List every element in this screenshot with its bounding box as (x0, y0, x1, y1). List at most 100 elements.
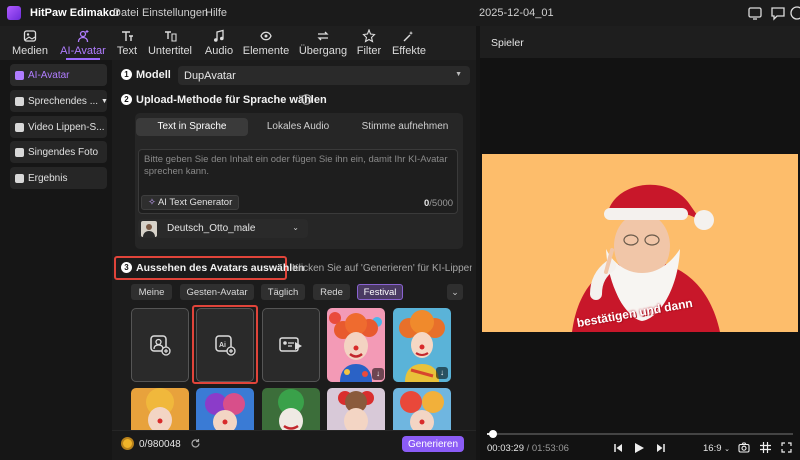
filter-rede[interactable]: Rede (313, 284, 350, 300)
tool-label: Medien (11, 45, 49, 57)
model-value: DupAvatar (184, 69, 236, 82)
filter-meine[interactable]: Meine (131, 284, 172, 300)
char-limit: /5000 (429, 198, 454, 209)
sidebar-item-ai-avatar[interactable]: AI-Avatar (10, 64, 107, 86)
tool-untertitel[interactable]: Untertitel (146, 26, 194, 60)
tool-label: AI-Avatar (60, 45, 106, 57)
avatar-thumbnail-clown-5[interactable] (262, 388, 320, 432)
playback-time: 00:03:29 / 01:53:06 (487, 443, 569, 454)
avatar-appearance-label: Aussehen des Avatars auswählen (136, 262, 305, 274)
avatar-thumbnail-clown-2[interactable]: ↓ (393, 308, 451, 382)
upload-photo-card[interactable] (131, 308, 189, 382)
tab-stimme-aufnehmen[interactable]: Stimme aufnehmen (348, 118, 462, 136)
sidebar-item-video-lippen[interactable]: Video Lippen-S... (10, 116, 107, 138)
current-time: 00:03:29 (487, 443, 524, 454)
sidebar-item-ergebnis[interactable]: Ergebnis (10, 167, 107, 189)
comment-icon[interactable] (770, 5, 786, 21)
folder-icon (15, 173, 24, 183)
playback-timeline[interactable] (487, 433, 793, 435)
tool-effekte[interactable]: Effekte (390, 26, 428, 60)
info-icon[interactable] (301, 94, 312, 105)
video-preview: bestätigen und dann (482, 154, 798, 332)
media-icon (23, 30, 37, 42)
sidebar-item-label: Ergebnis (28, 172, 68, 184)
tool-text[interactable]: Text (112, 26, 142, 60)
tool-ai-avatar[interactable]: AI-Avatar (56, 26, 110, 60)
menu-einstellungen[interactable]: Einstellungen (142, 7, 208, 19)
fullscreen-icon[interactable] (781, 442, 792, 453)
playhead-handle[interactable] (489, 430, 497, 438)
help-icon[interactable] (789, 5, 800, 21)
player-header (480, 26, 800, 58)
app-title: HitPaw Edimakor (30, 7, 120, 19)
tool-label: Text (116, 45, 138, 57)
expand-filters-button[interactable]: ⌄ (447, 284, 463, 300)
step-number: 3 (121, 262, 132, 273)
model-select[interactable]: DupAvatar ▼ (178, 66, 470, 85)
tab-text-in-sprache[interactable]: Text in Sprache (136, 118, 248, 136)
skip-back-icon[interactable] (613, 443, 623, 453)
ai-text-generator-label: AI Text Generator (157, 197, 233, 208)
generate-hint: Klicken Sie auf 'Generieren' für KI-Lipp… (292, 263, 472, 274)
tool-uebergang[interactable]: Übergang (296, 26, 350, 60)
ai-image-add-icon: Ai (215, 335, 236, 356)
sidebar-item-label: Sprechendes ... (28, 95, 99, 107)
step-number: 2 (121, 94, 132, 105)
tool-label: Effekte (391, 45, 427, 57)
refresh-icon[interactable] (190, 438, 201, 449)
presentation-icon (279, 337, 302, 352)
photo-icon (15, 147, 24, 157)
tab-lokales-audio[interactable]: Lokales Audio (248, 118, 348, 136)
skip-forward-icon[interactable] (656, 443, 666, 453)
filter-festival[interactable]: Festival (357, 284, 403, 300)
voice-value: Deutsch_Otto_male (167, 223, 256, 234)
grid-icon[interactable] (760, 442, 771, 453)
download-icon[interactable]: ↓ (372, 368, 384, 380)
monitor-icon[interactable] (747, 5, 763, 21)
avatar-thumbnail-clown-7[interactable] (393, 388, 451, 432)
tool-label: Filter (356, 45, 382, 57)
ai-generate-avatar-card[interactable]: Ai (196, 308, 254, 382)
filter-gesten-avatar[interactable]: Gesten-Avatar (180, 284, 254, 300)
project-name: 2025-12-04_01 (479, 7, 554, 19)
sidebar-item-label: Singendes Foto (28, 146, 99, 158)
total-time: / 01:53:06 (526, 443, 569, 454)
avatar-thumbnail-clown-6[interactable] (327, 388, 385, 432)
app-logo-icon (7, 6, 21, 20)
play-icon[interactable] (634, 442, 645, 454)
camera-icon[interactable] (738, 442, 750, 453)
upload-method-label: Upload-Methode für Sprache wählen (136, 94, 327, 106)
avatar-thumbnail-clown-4[interactable] (196, 388, 254, 432)
char-counter: 0/5000 (424, 198, 453, 209)
image-icon (15, 96, 24, 106)
sidebar-item-sprechendes[interactable]: Sprechendes ... ▼ (10, 90, 107, 112)
menu-hilfe[interactable]: Hilfe (205, 7, 227, 19)
transition-icon (317, 31, 329, 41)
avatar-thumbnail-clown-3[interactable] (131, 388, 189, 432)
voice-select[interactable]: Deutsch_Otto_male ⌄ (138, 219, 308, 238)
textarea-placeholder: Bitte geben Sie den Inhalt ein oder füge… (144, 154, 448, 177)
step-number: 1 (121, 69, 132, 80)
credits-count: 0/980048 (139, 439, 181, 450)
tool-audio[interactable]: Audio (202, 26, 236, 60)
sidebar-item-singendes-foto[interactable]: Singendes Foto (10, 141, 107, 163)
audio-icon (214, 29, 224, 42)
generate-button[interactable]: Generieren (402, 436, 464, 452)
gesture-avatar-card[interactable] (262, 308, 320, 382)
aspect-ratio-select[interactable]: 16:9 ⌄ (703, 443, 730, 454)
ai-text-generator-button[interactable]: ✧ AI Text Generator (141, 195, 240, 210)
download-icon[interactable]: ↓ (436, 367, 448, 379)
menu-datei[interactable]: Datei (113, 7, 139, 19)
tool-medien[interactable]: Medien (8, 26, 52, 60)
chevron-down-icon: ⌄ (292, 223, 299, 232)
tool-label: Untertitel (147, 45, 193, 57)
magic-wand-icon: ✧ (148, 197, 156, 208)
tool-elemente[interactable]: Elemente (242, 26, 290, 60)
elements-icon (260, 31, 272, 41)
tool-label: Audio (204, 45, 234, 57)
caret-down-icon: ▼ (101, 97, 107, 105)
voice-avatar (141, 220, 157, 237)
tool-filter[interactable]: Filter (354, 26, 384, 60)
chevron-down-icon: ⌄ (724, 446, 731, 453)
filter-taeglich[interactable]: Täglich (261, 284, 305, 300)
